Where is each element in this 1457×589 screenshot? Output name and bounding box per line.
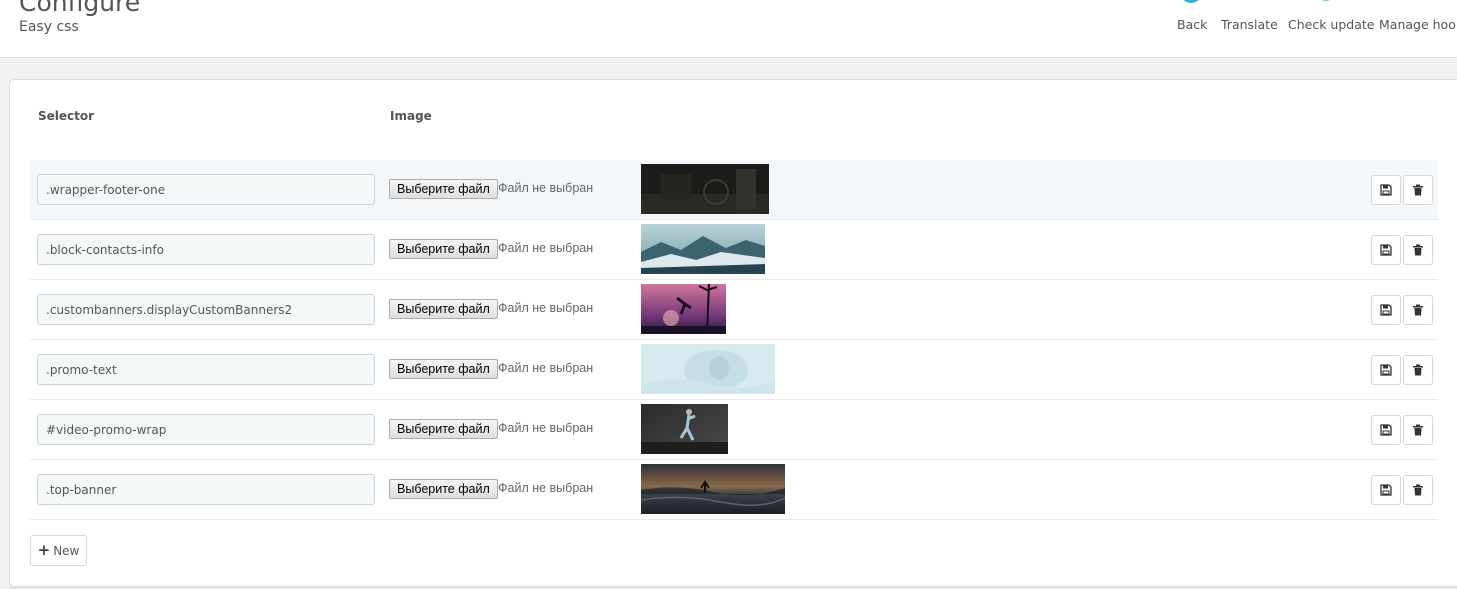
- image-thumbnail: [641, 224, 765, 274]
- toolbar-back-label: Back: [1177, 17, 1208, 32]
- page-header: Configure Easy css Back Translate Check …: [0, 0, 1457, 58]
- table-row: Выберите файл Файл не выбран: [30, 400, 1438, 460]
- trash-icon: [1413, 244, 1423, 256]
- choose-file-button[interactable]: Выберите файл: [389, 479, 498, 499]
- file-status: Файл не выбран: [498, 241, 594, 255]
- page-subtitle: Easy css: [19, 19, 79, 35]
- save-icon: [1380, 484, 1392, 496]
- delete-button[interactable]: [1403, 235, 1433, 265]
- save-button[interactable]: [1371, 355, 1401, 385]
- save-icon: [1380, 424, 1392, 436]
- file-status: Файл не выбран: [498, 361, 594, 375]
- image-thumbnail: [641, 464, 785, 514]
- choose-file-button[interactable]: Выберите файл: [389, 359, 498, 379]
- save-icon: [1380, 184, 1392, 196]
- save-icon: [1380, 304, 1392, 316]
- delete-button[interactable]: [1403, 475, 1433, 505]
- trash-icon: [1413, 484, 1423, 496]
- trash-icon: [1413, 304, 1423, 316]
- choose-file-button[interactable]: Выберите файл: [389, 299, 498, 319]
- choose-file-button[interactable]: Выберите файл: [389, 419, 498, 439]
- toolbar-translate-label: Translate: [1221, 17, 1278, 32]
- table-row: Выберите файл Файл не выбран: [30, 340, 1438, 400]
- flag-icon: [1233, 0, 1261, 8]
- toolbar-back-button[interactable]: Back: [1177, 0, 1208, 40]
- column-header-selector: Selector: [38, 109, 95, 123]
- selector-input[interactable]: [37, 354, 375, 385]
- new-button-label: New: [53, 543, 80, 558]
- save-button[interactable]: [1371, 415, 1401, 445]
- image-thumbnail: [641, 344, 775, 394]
- file-status: Файл не выбран: [498, 181, 594, 195]
- save-icon: [1380, 244, 1392, 256]
- column-header-image: Image: [390, 109, 432, 123]
- file-status: Файл не выбран: [498, 421, 594, 435]
- save-button[interactable]: [1371, 175, 1401, 205]
- delete-button[interactable]: [1403, 175, 1433, 205]
- delete-button[interactable]: [1403, 355, 1433, 385]
- plus-icon: +: [37, 541, 51, 559]
- refresh-icon: [1322, 0, 1330, 1]
- arrow-left-circle-icon: [1183, 0, 1199, 3]
- save-button[interactable]: [1371, 475, 1401, 505]
- file-status: Файл не выбран: [498, 301, 594, 315]
- table-row: Выберите файл Файл не выбран: [30, 460, 1438, 520]
- choose-file-button[interactable]: Выберите файл: [389, 179, 498, 199]
- table-row: Выберите файл Файл не выбран: [30, 280, 1438, 340]
- delete-button[interactable]: [1403, 295, 1433, 325]
- toolbar-translate-button[interactable]: Translate: [1221, 0, 1278, 40]
- delete-button[interactable]: [1403, 415, 1433, 445]
- toolbar-manage-hooks-button[interactable]: Manage hooks: [1379, 0, 1457, 40]
- toolbar-check-update-button[interactable]: Check update: [1288, 0, 1374, 40]
- image-thumbnail: [641, 284, 726, 334]
- new-button[interactable]: + New: [30, 535, 87, 566]
- file-status: Файл не выбран: [498, 481, 594, 495]
- image-thumbnail: [641, 404, 728, 454]
- trash-icon: [1413, 424, 1423, 436]
- save-button[interactable]: [1371, 295, 1401, 325]
- selector-input[interactable]: [37, 474, 375, 505]
- table-row: Выберите файл Файл не выбран: [30, 160, 1438, 220]
- selector-input[interactable]: [37, 174, 375, 205]
- save-icon: [1380, 364, 1392, 376]
- anchor-icon: [1405, 0, 1433, 8]
- trash-icon: [1413, 364, 1423, 376]
- trash-icon: [1413, 184, 1423, 196]
- selector-input[interactable]: [37, 414, 375, 445]
- toolbar-check-update-label: Check update: [1288, 17, 1375, 32]
- choose-file-button[interactable]: Выберите файл: [389, 239, 498, 259]
- selector-input[interactable]: [37, 294, 375, 325]
- selector-input[interactable]: [37, 234, 375, 265]
- page-title: Configure: [19, 0, 141, 17]
- image-thumbnail: [641, 164, 769, 214]
- save-button[interactable]: [1371, 235, 1401, 265]
- table-row: Выберите файл Файл не выбран: [30, 220, 1438, 280]
- toolbar-manage-hooks-label: Manage hooks: [1379, 17, 1457, 32]
